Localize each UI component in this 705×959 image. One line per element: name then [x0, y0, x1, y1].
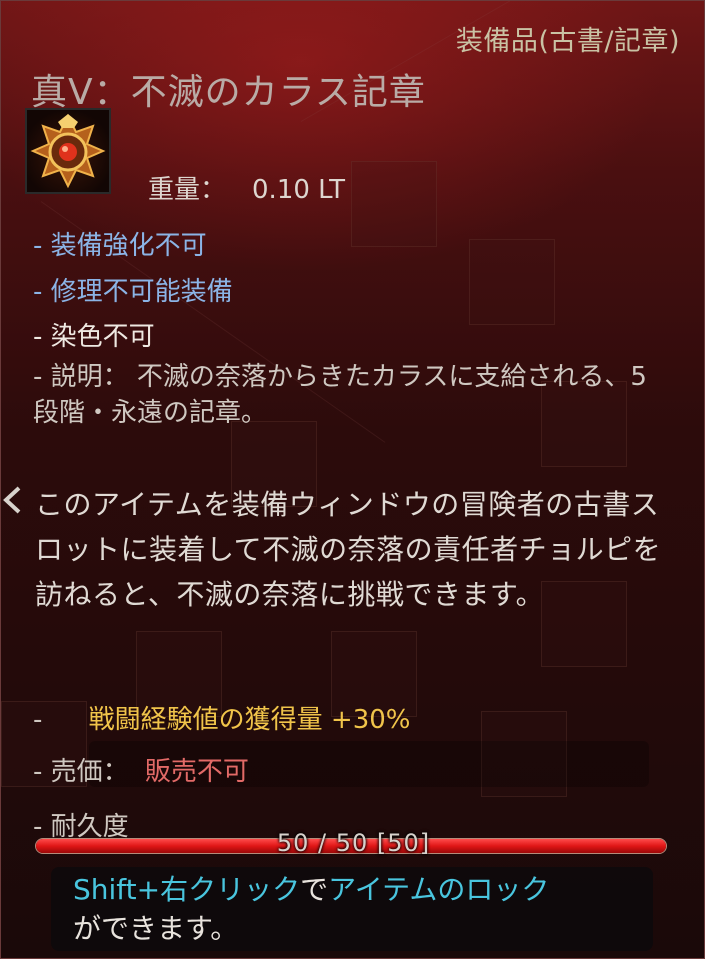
sell-price-value: 販売不可 — [144, 757, 249, 787]
prop-no-dye: - 染色不可 — [33, 322, 155, 352]
item-flavor-text: このアイテムを装備ウィンドウの冒険者の古書スロットに装着して不滅の奈落の責任者チ… — [35, 488, 662, 611]
background-slot — [351, 161, 437, 247]
hint-connector: で — [300, 873, 329, 906]
hint-suffix: ができます。 — [73, 912, 239, 945]
sell-price-label: - 売価： — [33, 757, 129, 787]
bonus-exp-text: 戦闘経験値の獲得量 +30% — [88, 705, 411, 735]
weight-value: 0.10 LT — [252, 175, 345, 205]
crow-emblem-icon[interactable] — [25, 108, 111, 194]
hint-shortcut: Shift+右クリック — [73, 873, 301, 906]
item-tooltip: 装備品(古書/記章) 真V：不滅のカラス記章 重量： 0.10 LT - 装備強化… — [0, 0, 705, 959]
hint-action: アイテムのロック — [328, 873, 550, 906]
prop-no-enhance: - 装備強化不可 — [33, 231, 207, 261]
bonus-dash: - — [33, 705, 43, 735]
prop-no-repair: - 修理不可能装備 — [33, 277, 233, 307]
item-description: - 説明： 不滅の奈落からきたカラスに支給される、5段階・永遠の記章。 — [33, 362, 647, 428]
item-category: 装備品(古書/記章) — [455, 26, 680, 57]
bonus-row: - 戦闘経験値の獲得量 +30% — [33, 699, 411, 736]
lock-hint: Shift+右クリックでアイテムのロックができます。 — [73, 870, 653, 948]
weight-label: 重量： — [148, 175, 227, 205]
weight-row: 重量： 0.10 LT — [148, 169, 345, 206]
sell-price-row: - 売価： 販売不可 — [33, 751, 249, 788]
background-slot — [469, 239, 555, 325]
chevron-left-icon — [3, 486, 21, 514]
durability-value: 50 / 50 [50] — [276, 829, 431, 857]
